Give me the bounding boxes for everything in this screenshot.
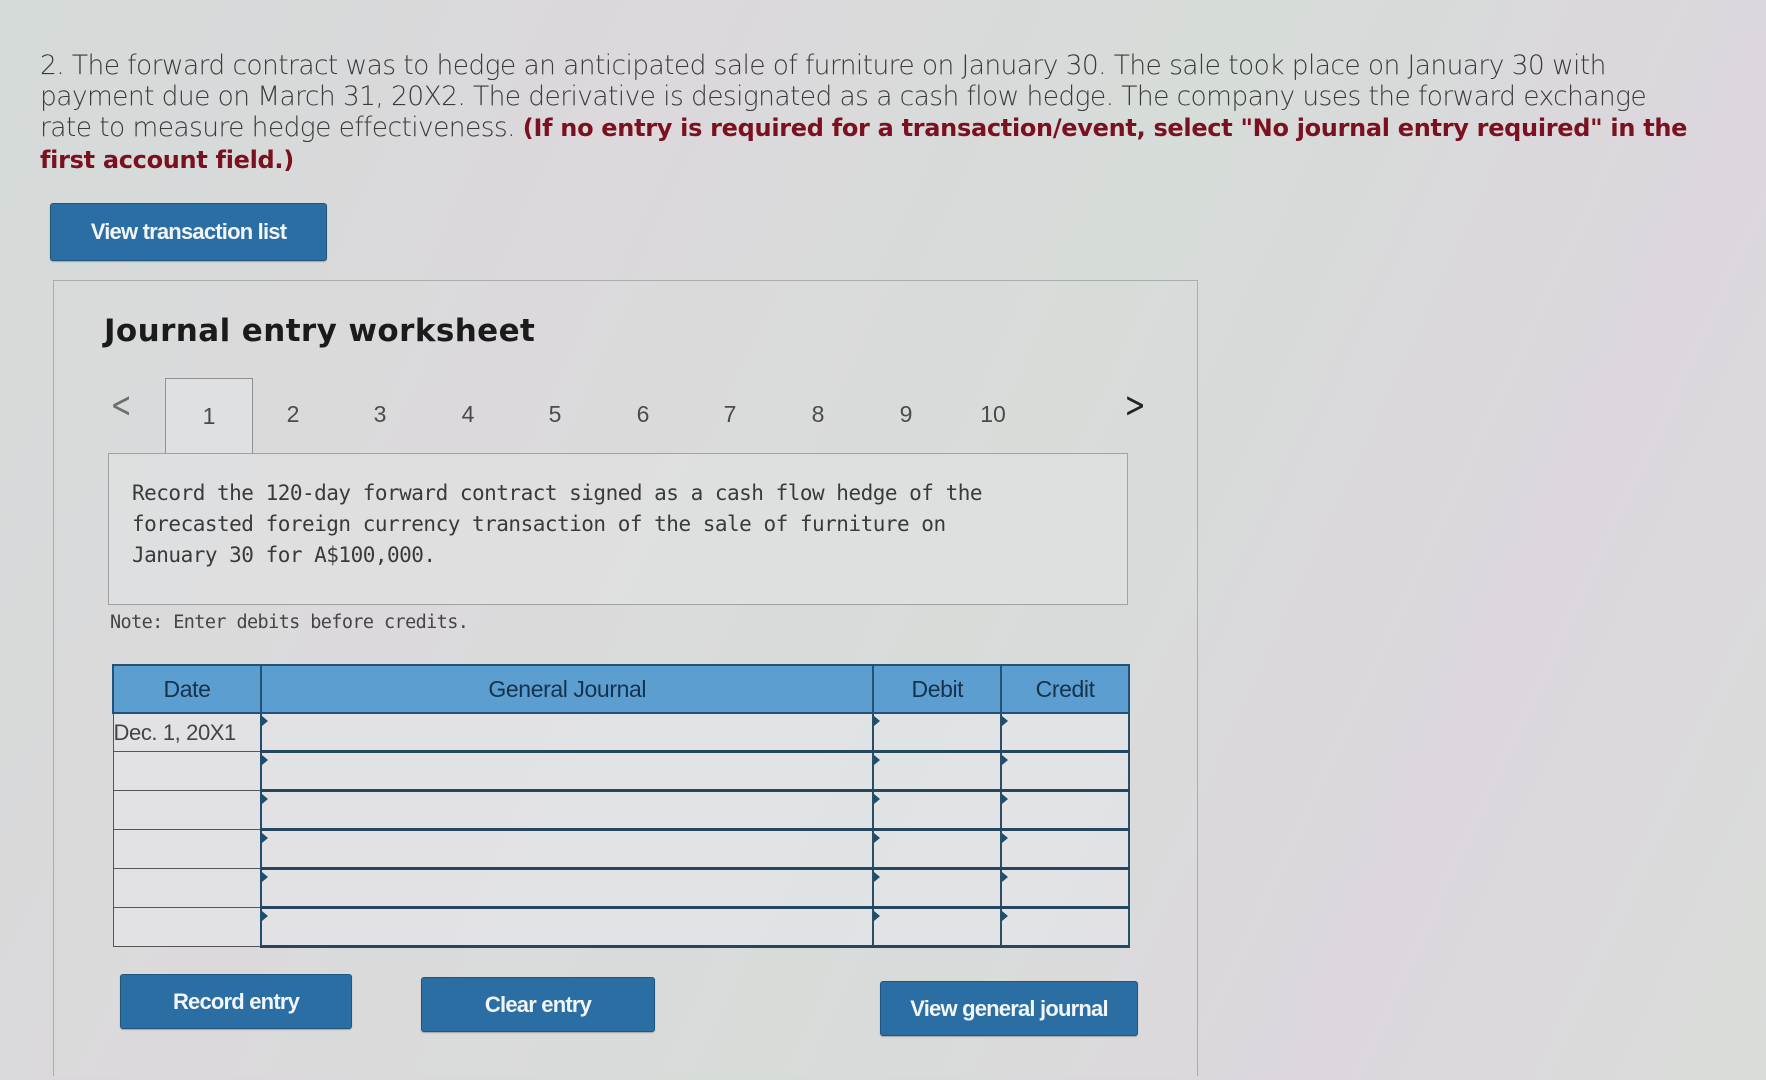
cell-marker-icon bbox=[262, 911, 269, 921]
credit-field[interactable] bbox=[1002, 753, 1128, 789]
view-transaction-list-button[interactable]: View transaction list bbox=[50, 203, 327, 261]
date-cell: Dec. 1, 20X1 bbox=[112, 712, 262, 752]
tab-10[interactable]: 10 bbox=[950, 378, 1036, 451]
worksheet-title: Journal entry worksheet bbox=[104, 313, 536, 349]
credit-field[interactable] bbox=[1002, 792, 1128, 828]
account-field-cell bbox=[260, 712, 875, 753]
table-header-row: Date General Journal Debit Credit bbox=[111, 664, 1130, 714]
debit-field[interactable] bbox=[874, 870, 1001, 906]
column-header-credit: Credit bbox=[1000, 664, 1130, 714]
credit-field[interactable] bbox=[1002, 831, 1128, 867]
cell-marker-icon bbox=[874, 833, 881, 843]
cell-marker-icon bbox=[1002, 911, 1009, 921]
table-row: Dec. 1, 20X1 bbox=[112, 712, 1130, 753]
cell-marker-icon bbox=[1002, 794, 1009, 804]
account-field-cell bbox=[260, 790, 875, 831]
cell-marker-icon bbox=[874, 755, 881, 765]
column-header-date: Date bbox=[111, 664, 263, 714]
cell-marker-icon bbox=[874, 872, 881, 882]
tab-7[interactable]: 7 bbox=[687, 378, 773, 451]
credit-field[interactable] bbox=[1002, 870, 1128, 906]
cell-marker-icon bbox=[874, 716, 881, 726]
account-field-cell bbox=[260, 751, 875, 792]
cell-marker-icon bbox=[262, 755, 269, 765]
account-field[interactable] bbox=[262, 909, 873, 945]
cell-marker-icon bbox=[262, 872, 269, 882]
debit-field[interactable] bbox=[874, 909, 1001, 945]
column-header-debit: Debit bbox=[872, 664, 1003, 714]
credit-field[interactable] bbox=[1002, 714, 1128, 750]
credit-field-cell bbox=[1000, 868, 1130, 909]
account-field[interactable] bbox=[262, 714, 873, 750]
table-row bbox=[112, 751, 1130, 792]
cell-marker-icon bbox=[1002, 755, 1009, 765]
cell-marker-icon bbox=[1002, 716, 1009, 726]
debit-field[interactable] bbox=[874, 753, 1001, 789]
debit-field-cell bbox=[872, 829, 1003, 870]
tab-8[interactable]: 8 bbox=[775, 378, 861, 451]
account-field-cell bbox=[260, 907, 875, 948]
cell-marker-icon bbox=[1002, 872, 1009, 882]
table-row bbox=[112, 829, 1130, 870]
account-field[interactable] bbox=[262, 870, 873, 906]
entry-note: Note: Enter debits before credits. bbox=[110, 612, 469, 633]
tab-2[interactable]: 2 bbox=[250, 378, 336, 451]
date-cell bbox=[112, 751, 262, 791]
chevron-right-icon[interactable]: > bbox=[1125, 386, 1146, 426]
tab-6[interactable]: 6 bbox=[600, 378, 686, 451]
account-field[interactable] bbox=[262, 753, 873, 789]
view-general-journal-button[interactable]: View general journal bbox=[880, 981, 1138, 1036]
question-number: 2. bbox=[40, 50, 65, 81]
tab-9[interactable]: 9 bbox=[863, 378, 949, 451]
table-row bbox=[112, 790, 1130, 831]
cell-marker-icon bbox=[874, 911, 881, 921]
transaction-description-box: Record the 120-day forward contract sign… bbox=[108, 453, 1128, 605]
credit-field-cell bbox=[1000, 790, 1130, 831]
tab-3[interactable]: 3 bbox=[337, 378, 423, 451]
debit-field-cell bbox=[872, 868, 1003, 909]
tab-5[interactable]: 5 bbox=[512, 378, 598, 451]
account-field-cell bbox=[260, 829, 875, 870]
account-field[interactable] bbox=[262, 831, 873, 867]
debit-field-cell bbox=[872, 751, 1003, 792]
cell-marker-icon bbox=[262, 716, 269, 726]
general-journal-table: Date General Journal Debit Credit Dec. 1… bbox=[111, 664, 1130, 948]
credit-field[interactable] bbox=[1002, 909, 1128, 945]
date-cell bbox=[112, 829, 262, 869]
date-cell bbox=[112, 868, 262, 908]
date-cell bbox=[112, 790, 262, 830]
account-field[interactable] bbox=[262, 792, 873, 828]
clear-entry-button[interactable]: Clear entry bbox=[421, 977, 655, 1032]
debit-field-cell bbox=[872, 907, 1003, 948]
debit-field[interactable] bbox=[874, 792, 1001, 828]
credit-field-cell bbox=[1000, 751, 1130, 792]
transaction-description: Record the 120-day forward contract sign… bbox=[132, 481, 983, 567]
table-row bbox=[112, 907, 1130, 948]
credit-field-cell bbox=[1000, 907, 1130, 948]
debit-field[interactable] bbox=[874, 831, 1001, 867]
transaction-tabs: < 1 2 3 4 5 6 7 8 9 10 > bbox=[100, 378, 1150, 453]
credit-field-cell bbox=[1000, 829, 1130, 870]
cell-marker-icon bbox=[262, 794, 269, 804]
date-cell bbox=[112, 907, 262, 947]
record-entry-button[interactable]: Record entry bbox=[120, 974, 352, 1029]
account-field-cell bbox=[260, 868, 875, 909]
cell-marker-icon bbox=[874, 794, 881, 804]
credit-field-cell bbox=[1000, 712, 1130, 753]
table-row bbox=[112, 868, 1130, 909]
cell-marker-icon bbox=[1002, 833, 1009, 843]
tab-4[interactable]: 4 bbox=[425, 378, 511, 451]
debit-field-cell bbox=[872, 790, 1003, 831]
question-text: 2. The forward contract was to hedge an … bbox=[40, 50, 1690, 176]
debit-field[interactable] bbox=[874, 714, 1001, 750]
column-header-general-journal: General Journal bbox=[260, 664, 875, 714]
tab-1[interactable]: 1 bbox=[165, 378, 253, 453]
cell-marker-icon bbox=[262, 833, 269, 843]
debit-field-cell bbox=[872, 712, 1003, 753]
chevron-left-icon[interactable]: < bbox=[111, 386, 132, 426]
